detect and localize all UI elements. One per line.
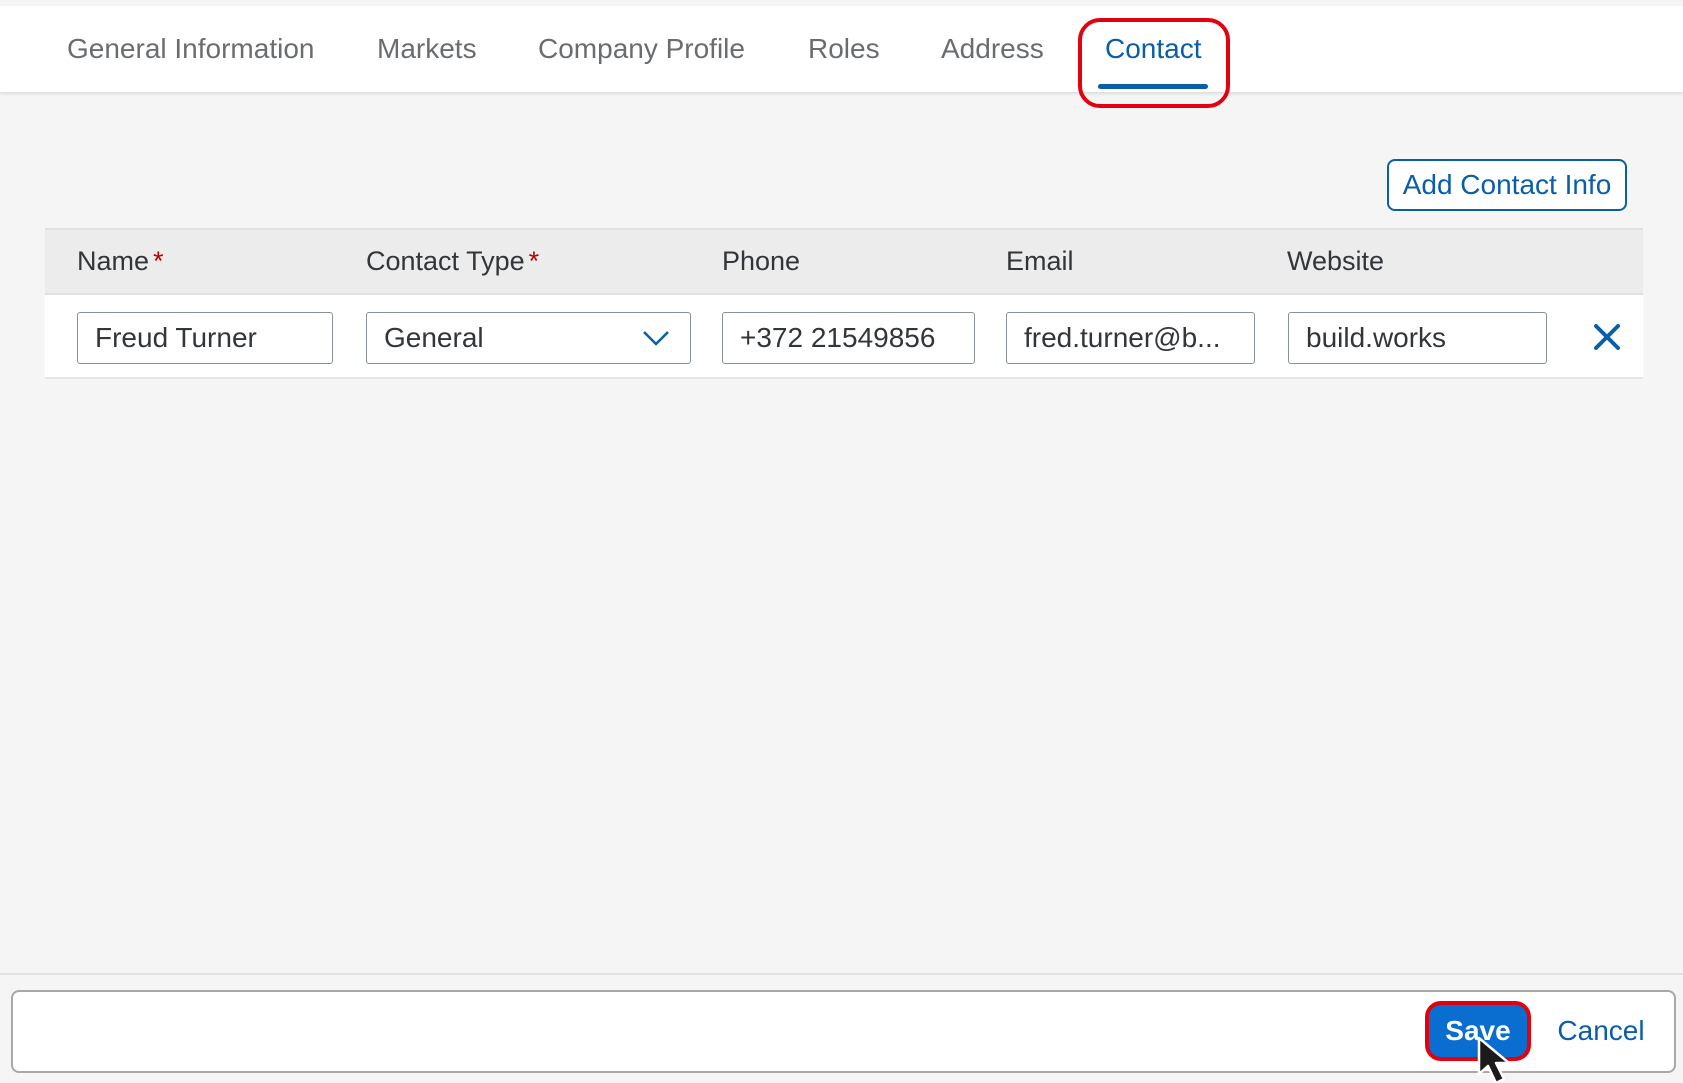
required-indicator: * [153,246,164,276]
email-input[interactable]: fred.turner@b... [1006,312,1255,364]
tab-label: Company Profile [538,33,745,64]
tab-label: Roles [808,33,880,64]
app-page: General Information Markets Company Prof… [0,0,1683,1083]
tab-label: General Information [67,33,315,64]
column-header-email: Email [1006,246,1074,276]
tab-label: Address [941,33,1044,64]
footer-divider [0,973,1683,975]
name-input[interactable]: Freud Turner [77,312,333,364]
column-header-website: Website [1287,246,1385,276]
tab-contact[interactable]: Contact [1105,6,1202,92]
required-indicator: * [528,246,540,276]
tab-bar: General Information Markets Company Prof… [0,6,1683,92]
tab-address[interactable]: Address [941,6,1044,92]
tab-label: Contact [1105,33,1202,64]
save-button[interactable]: Save [1427,1004,1529,1058]
table-row: Freud Turner General +372 21549856 fred.… [45,295,1643,379]
column-header-name: Name * [77,246,164,276]
website-input[interactable]: build.works [1288,312,1547,364]
tab-roles[interactable]: Roles [808,6,880,92]
tab-markets[interactable]: Markets [377,6,477,92]
table-header: Name * Contact Type * Phone Email Website [45,228,1643,295]
tab-label: Markets [377,33,477,64]
column-header-phone: Phone [722,246,801,276]
phone-input[interactable]: +372 21549856 [722,312,975,364]
cancel-button[interactable]: Cancel [1551,1004,1651,1058]
contact-type-select[interactable]: General [366,312,691,364]
tab-general-information[interactable]: General Information [67,6,314,92]
add-contact-info-button[interactable]: Add Contact Info [1387,159,1627,211]
column-header-contact-type: Contact Type * [366,246,540,276]
close-icon[interactable] [1590,320,1624,354]
tab-company-profile[interactable]: Company Profile [538,6,745,92]
active-tab-indicator [1098,84,1208,89]
chevron-down-icon [643,331,669,346]
